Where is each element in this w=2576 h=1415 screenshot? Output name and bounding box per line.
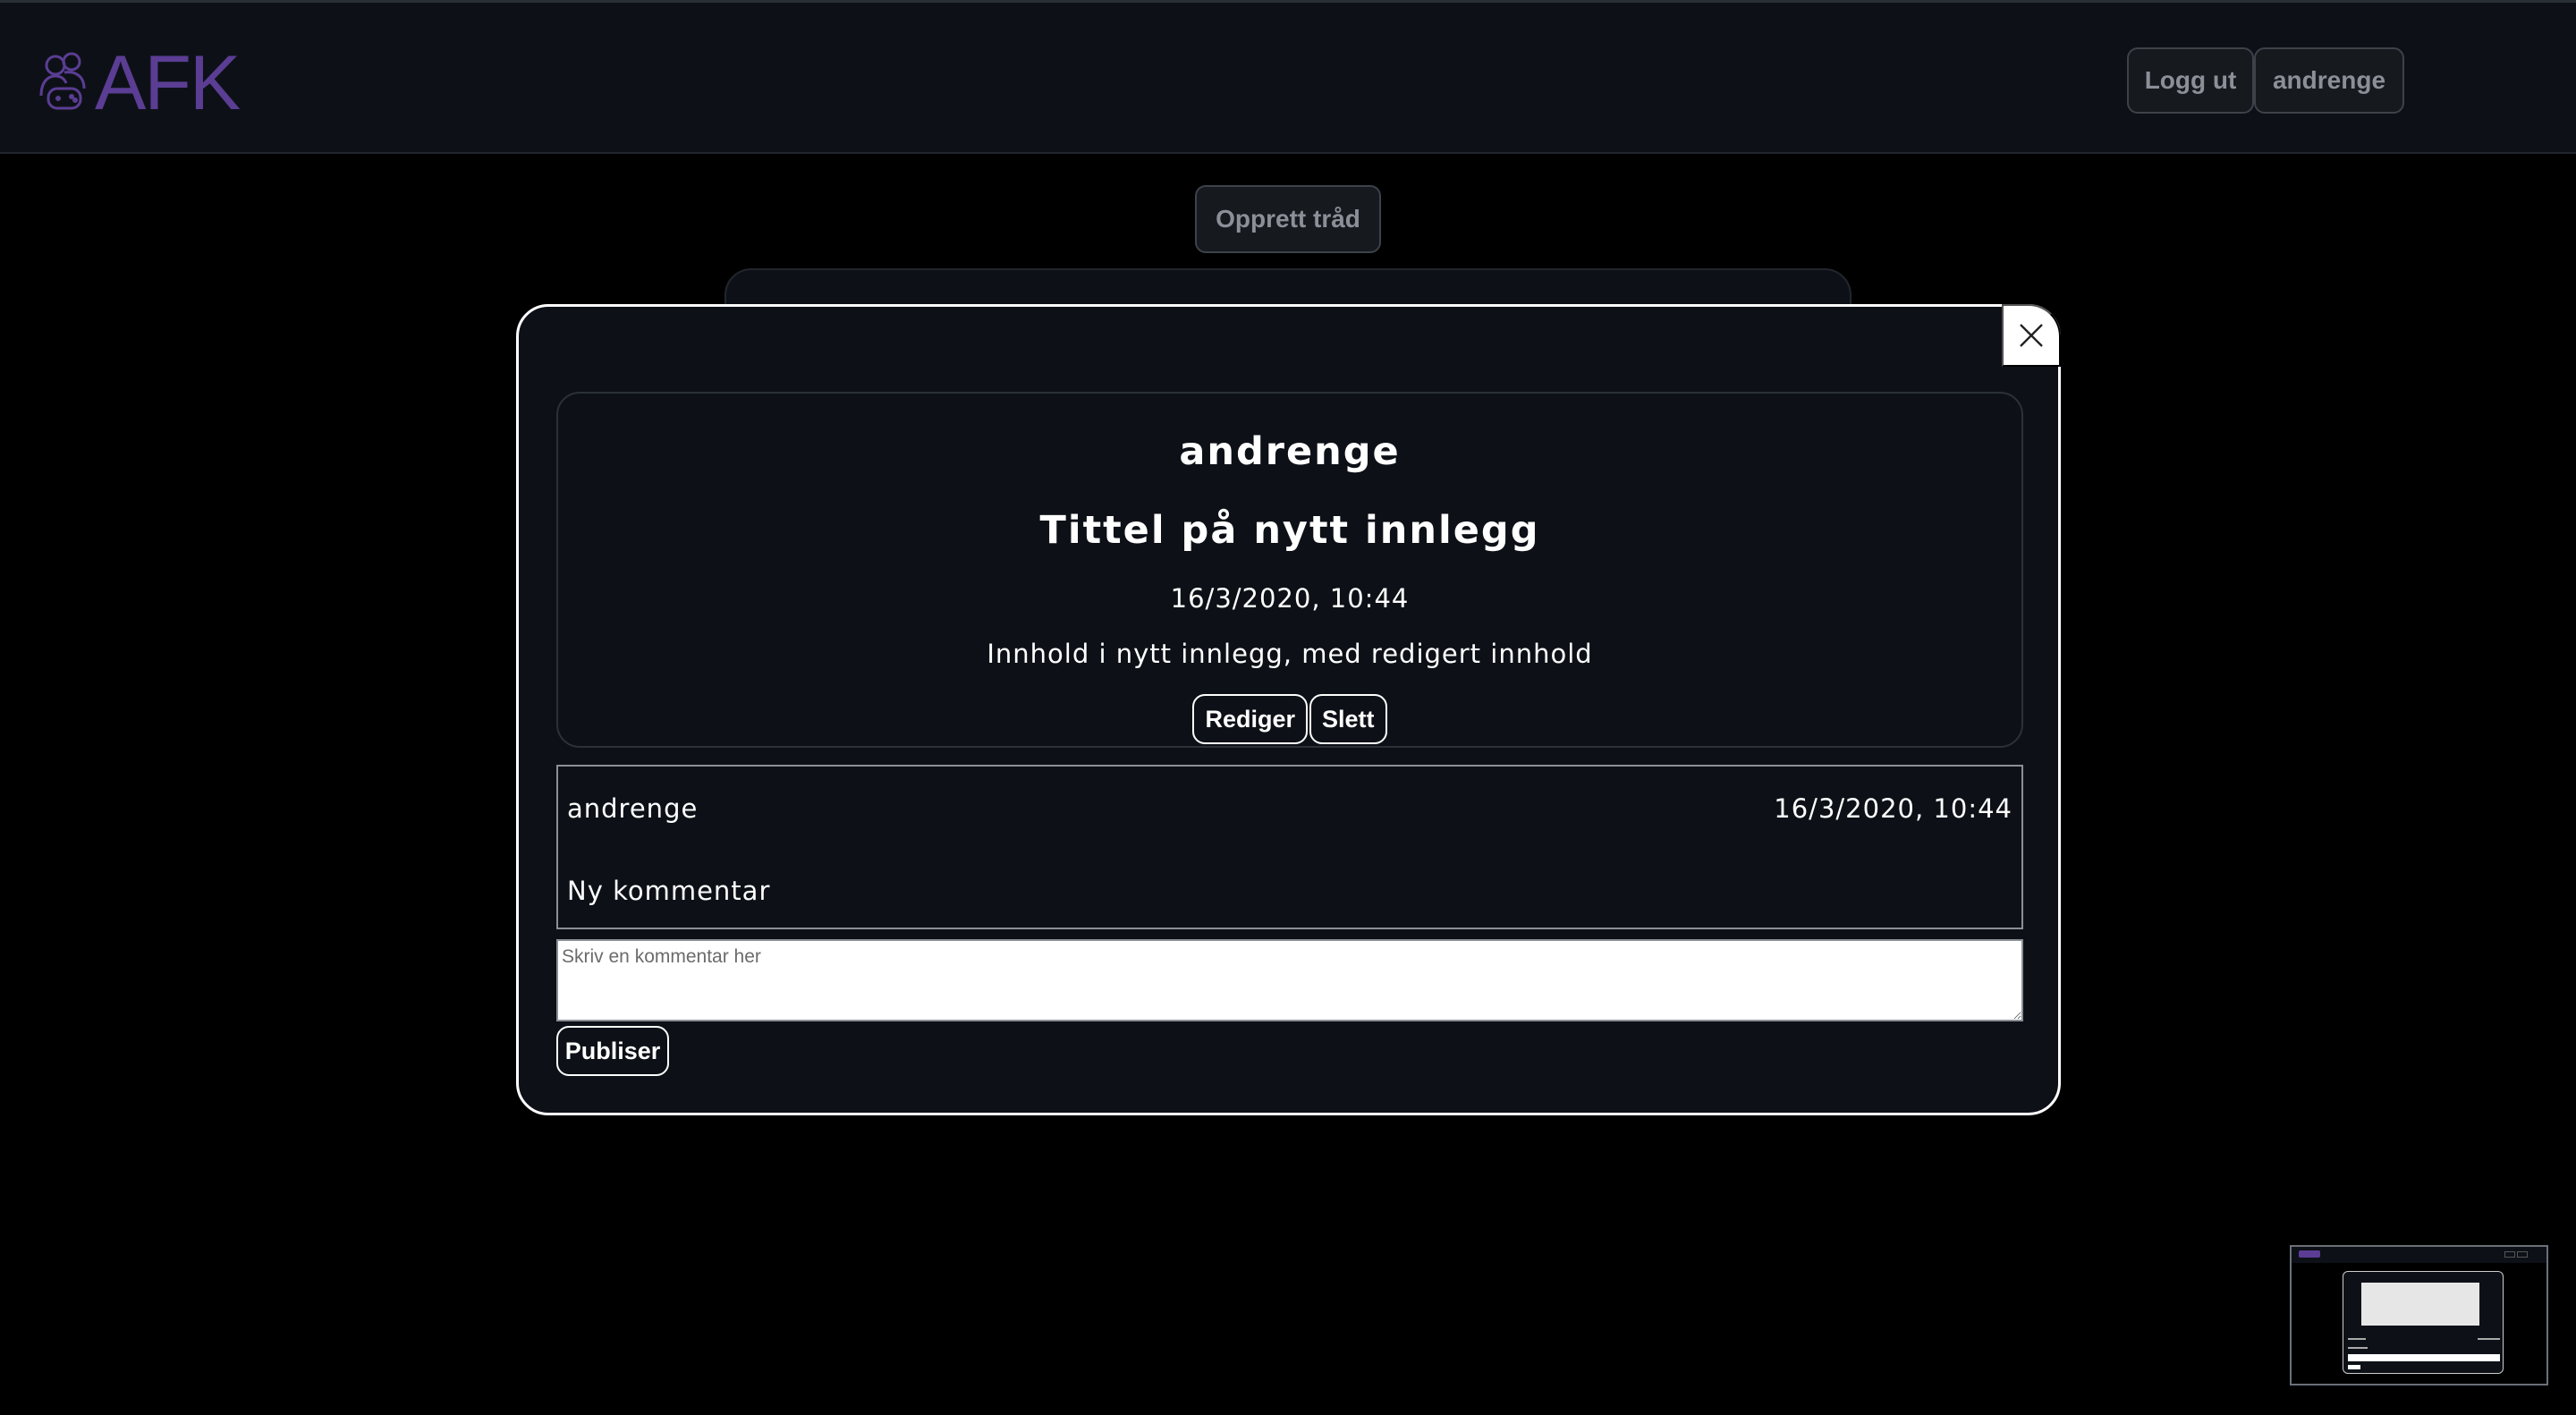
post-actions: Rediger Slett xyxy=(558,694,2021,744)
preview-card xyxy=(2361,1283,2479,1326)
close-icon xyxy=(2020,324,2043,347)
preview-input xyxy=(2348,1354,2500,1361)
post-modal: andrenge Tittel på nytt innlegg 16/3/202… xyxy=(516,304,2061,1115)
preview-modal xyxy=(2343,1271,2504,1374)
comment-text: Ny kommentar xyxy=(567,876,771,906)
preview-logo xyxy=(2299,1250,2320,1258)
top-navbar: AFK Logg ut andrenge xyxy=(0,0,2576,154)
comment-input[interactable] xyxy=(556,939,2023,1021)
logo-text: AFK xyxy=(95,40,241,126)
post-content: Innhold i nytt innlegg, med redigert inn… xyxy=(987,639,1593,669)
publish-comment-button[interactable]: Publiser xyxy=(556,1026,669,1076)
preview-header-button xyxy=(2517,1251,2528,1258)
post-card: andrenge Tittel på nytt innlegg 16/3/202… xyxy=(556,392,2023,748)
comment-date: 16/3/2020, 10:44 xyxy=(1774,793,2012,824)
preview-line xyxy=(2348,1338,2366,1340)
close-modal-button[interactable] xyxy=(2002,304,2061,367)
comment-author: andrenge xyxy=(567,793,699,824)
post-title: Tittel på nytt innlegg xyxy=(1039,508,1540,553)
delete-post-button[interactable]: Slett xyxy=(1309,694,1387,744)
preview-line xyxy=(2348,1347,2368,1349)
logout-button[interactable]: Logg ut xyxy=(2127,47,2254,114)
preview-header-button xyxy=(2504,1251,2515,1258)
preview-line xyxy=(2478,1338,2500,1340)
page-preview-thumbnail[interactable] xyxy=(2290,1245,2548,1385)
post-date: 16/3/2020, 10:44 xyxy=(1170,583,1410,614)
preview-header xyxy=(2292,1247,2546,1263)
gamers-logo-icon xyxy=(39,52,86,110)
create-thread-button[interactable]: Opprett tråd xyxy=(1195,185,1381,253)
preview-button xyxy=(2348,1365,2360,1369)
edit-post-button[interactable]: Rediger xyxy=(1192,694,1308,744)
post-author: andrenge xyxy=(1179,429,1401,474)
comment-item: andrenge 16/3/2020, 10:44 Ny kommentar xyxy=(556,765,2023,929)
user-profile-button[interactable]: andrenge xyxy=(2254,47,2404,114)
afk-logo[interactable]: AFK xyxy=(34,40,293,126)
